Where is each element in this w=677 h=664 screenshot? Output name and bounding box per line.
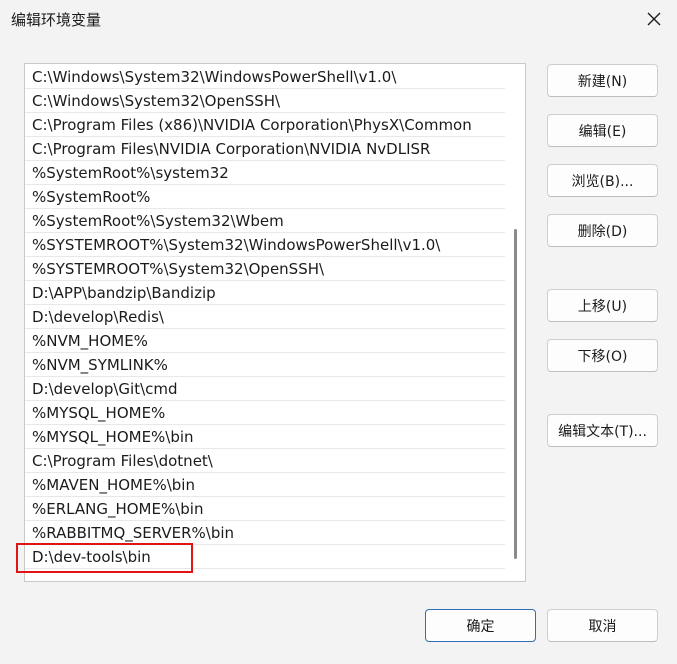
edit-text-button[interactable]: 编辑文本(T)... [547, 414, 658, 447]
new-button[interactable]: 新建(N) [547, 64, 658, 97]
path-list-item[interactable]: %SYSTEMROOT%\System32\OpenSSH\ [25, 257, 505, 281]
path-list-item[interactable]: C:\Program Files\dotnet\ [25, 449, 505, 473]
path-list-item[interactable]: %RABBITMQ_SERVER%\bin [25, 521, 505, 545]
path-list-item[interactable]: C:\Windows\System32\WindowsPowerShell\v1… [25, 65, 505, 89]
close-button[interactable] [639, 4, 669, 34]
path-list-item[interactable]: %SystemRoot%\System32\Wbem [25, 209, 505, 233]
path-list-item[interactable]: %MYSQL_HOME% [25, 401, 505, 425]
window-title: 编辑环境变量 [11, 11, 102, 29]
path-list-item[interactable]: %NVM_SYMLINK% [25, 353, 505, 377]
path-list-item[interactable]: C:\Program Files (x86)\NVIDIA Corporatio… [25, 113, 505, 137]
edit-button[interactable]: 编辑(E) [547, 114, 658, 147]
path-list-item[interactable]: %SYSTEMROOT%\System32\WindowsPowerShell\… [25, 233, 505, 257]
title-bar: 编辑环境变量 [0, 0, 677, 38]
scroll-thumb[interactable] [514, 229, 517, 559]
highlight-box [16, 543, 193, 573]
path-list-item[interactable]: C:\Program Files\NVIDIA Corporation\NVID… [25, 137, 505, 161]
path-list-item[interactable]: C:\Windows\System32\OpenSSH\ [25, 89, 505, 113]
path-list-item[interactable]: %NVM_HOME% [25, 329, 505, 353]
path-list-item[interactable]: D:\APP\bandzip\Bandizip [25, 281, 505, 305]
close-icon [647, 12, 661, 26]
path-list-item[interactable]: D:\develop\Redis\ [25, 305, 505, 329]
path-list-item[interactable]: %MYSQL_HOME%\bin [25, 425, 505, 449]
cancel-button[interactable]: 取消 [547, 609, 658, 642]
browse-button[interactable]: 浏览(B)... [547, 164, 658, 197]
vertical-scrollbar[interactable] [511, 64, 519, 581]
path-list-item[interactable]: %MAVEN_HOME%\bin [25, 473, 505, 497]
path-list-item[interactable]: %SystemRoot% [25, 185, 505, 209]
move-down-button[interactable]: 下移(O) [547, 339, 658, 372]
move-up-button[interactable]: 上移(U) [547, 289, 658, 322]
path-list-item[interactable]: D:\develop\Git\cmd [25, 377, 505, 401]
path-list-item[interactable]: %SystemRoot%\system32 [25, 161, 505, 185]
path-listbox[interactable]: C:\Windows\System32\WindowsPowerShell\v1… [24, 63, 526, 582]
path-list-item[interactable]: %ERLANG_HOME%\bin [25, 497, 505, 521]
ok-button[interactable]: 确定 [425, 609, 536, 642]
delete-button[interactable]: 删除(D) [547, 214, 658, 247]
